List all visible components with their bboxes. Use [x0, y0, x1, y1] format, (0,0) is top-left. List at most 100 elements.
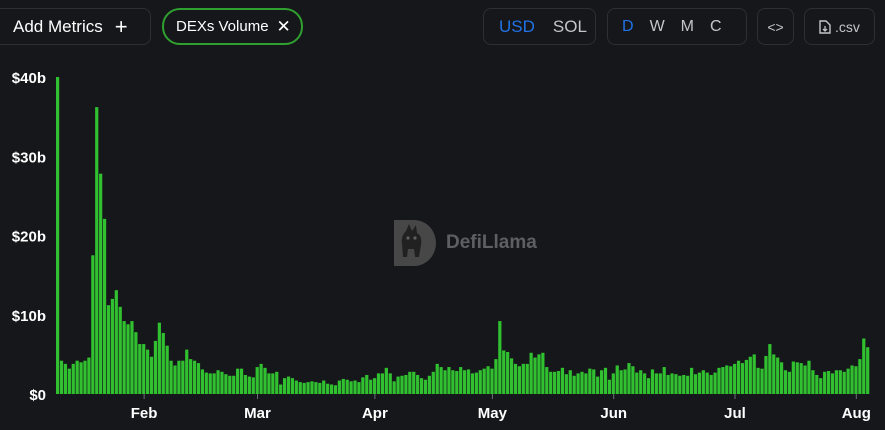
bar[interactable]	[251, 377, 255, 394]
bar[interactable]	[220, 371, 224, 394]
bar[interactable]	[791, 361, 795, 394]
bar[interactable]	[866, 347, 870, 394]
bar[interactable]	[760, 368, 764, 394]
bar[interactable]	[298, 382, 302, 394]
bar[interactable]	[427, 375, 431, 394]
bar[interactable]	[752, 354, 756, 395]
bar[interactable]	[525, 363, 529, 394]
bar[interactable]	[423, 379, 428, 394]
bar[interactable]	[157, 322, 161, 394]
bar[interactable]	[216, 370, 220, 394]
granularity-option-monthly[interactable]: M	[673, 18, 702, 36]
bar[interactable]	[165, 345, 169, 394]
bar[interactable]	[302, 382, 306, 394]
bar[interactable]	[243, 374, 248, 394]
bar[interactable]	[294, 380, 298, 394]
bar[interactable]	[787, 371, 792, 394]
bar[interactable]	[513, 363, 518, 394]
bar[interactable]	[478, 370, 482, 394]
bar[interactable]	[333, 385, 338, 394]
bar[interactable]	[646, 378, 651, 394]
bar[interactable]	[560, 367, 565, 394]
bar[interactable]	[705, 372, 709, 394]
bar[interactable]	[482, 368, 486, 394]
bar[interactable]	[807, 360, 811, 394]
bar[interactable]	[326, 383, 330, 394]
bar[interactable]	[412, 371, 416, 394]
bar[interactable]	[59, 360, 64, 394]
bar[interactable]	[795, 362, 799, 394]
bar[interactable]	[658, 373, 662, 394]
bar[interactable]	[63, 363, 68, 394]
bar[interactable]	[502, 350, 506, 394]
bar[interactable]	[654, 373, 658, 394]
bar[interactable]	[545, 367, 549, 394]
bar[interactable]	[365, 374, 369, 394]
bar[interactable]	[181, 360, 185, 394]
bar[interactable]	[858, 359, 862, 394]
bar[interactable]	[631, 366, 635, 394]
bar[interactable]	[607, 379, 612, 394]
bar[interactable]	[259, 363, 263, 394]
bar[interactable]	[310, 381, 314, 394]
bar[interactable]	[126, 324, 130, 394]
bar[interactable]	[384, 367, 388, 394]
bar[interactable]	[204, 372, 208, 394]
bar[interactable]	[271, 373, 275, 394]
bar[interactable]	[756, 367, 760, 394]
bar[interactable]	[494, 359, 498, 394]
bar[interactable]	[228, 375, 232, 394]
bar[interactable]	[279, 384, 283, 394]
bar[interactable]	[329, 384, 334, 394]
bar[interactable]	[498, 321, 502, 394]
bar[interactable]	[682, 374, 686, 394]
currency-option-sol[interactable]: SOL	[544, 17, 596, 37]
bar[interactable]	[689, 367, 694, 394]
bar[interactable]	[196, 363, 201, 394]
bar[interactable]	[263, 367, 267, 394]
bar[interactable]	[255, 367, 259, 394]
bar[interactable]	[400, 375, 404, 394]
bar[interactable]	[439, 367, 443, 394]
bar[interactable]	[146, 349, 150, 394]
bar[interactable]	[596, 376, 600, 394]
bar[interactable]	[521, 363, 525, 394]
bar[interactable]	[337, 380, 341, 394]
bar[interactable]	[686, 375, 690, 394]
bar[interactable]	[549, 371, 553, 394]
bar[interactable]	[177, 360, 181, 394]
bar[interactable]	[102, 218, 107, 394]
bar[interactable]	[556, 371, 561, 394]
granularity-option-weekly[interactable]: W	[642, 18, 673, 36]
bar[interactable]	[713, 372, 717, 394]
bar[interactable]	[357, 382, 361, 394]
bar[interactable]	[419, 378, 424, 394]
bar[interactable]	[95, 107, 99, 394]
bar[interactable]	[451, 370, 455, 394]
bar[interactable]	[169, 360, 173, 394]
bar[interactable]	[474, 372, 478, 394]
bar[interactable]	[87, 357, 91, 394]
bar[interactable]	[643, 373, 647, 394]
bar[interactable]	[134, 332, 138, 394]
bar[interactable]	[388, 373, 392, 394]
bar[interactable]	[267, 373, 271, 394]
bar[interactable]	[470, 373, 475, 394]
bar[interactable]	[83, 360, 87, 394]
bar[interactable]	[764, 355, 768, 394]
bar[interactable]	[404, 374, 408, 394]
bar[interactable]	[200, 369, 205, 394]
bar[interactable]	[815, 374, 819, 394]
bar[interactable]	[459, 367, 463, 394]
bar[interactable]	[431, 371, 435, 394]
bar[interactable]	[138, 344, 142, 394]
bar[interactable]	[670, 373, 674, 394]
bar[interactable]	[380, 373, 385, 394]
bar[interactable]	[846, 368, 850, 394]
bar[interactable]	[110, 298, 114, 394]
bar[interactable]	[635, 372, 639, 394]
bar[interactable]	[678, 375, 682, 394]
bar[interactable]	[615, 365, 619, 394]
granularity-option-cumulative[interactable]: C	[702, 18, 730, 36]
bar[interactable]	[650, 369, 655, 394]
